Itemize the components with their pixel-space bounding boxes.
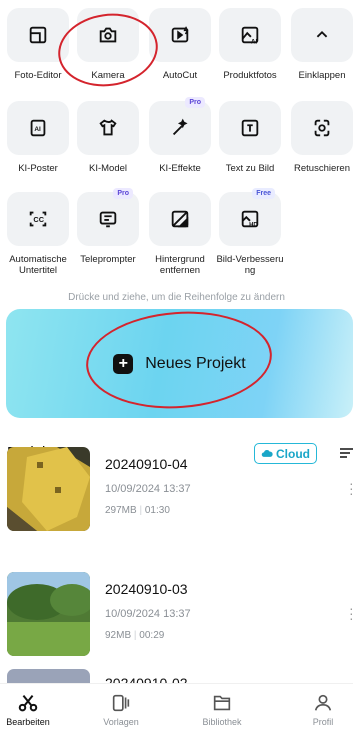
tool-tile[interactable] bbox=[219, 101, 281, 155]
svg-text:AI: AI bbox=[34, 126, 41, 133]
tab-label: Vorlagen bbox=[103, 717, 139, 727]
project-meta: 92MB | 00:29 bbox=[105, 630, 165, 641]
tool-tile[interactable] bbox=[291, 101, 353, 155]
magic-wand-icon bbox=[172, 118, 188, 136]
tool-tile[interactable]: AI bbox=[219, 8, 281, 62]
tool-label: Retuschieren bbox=[294, 163, 350, 174]
new-project-button[interactable]: + Neues Projekt bbox=[6, 309, 353, 418]
tab-label: Bearbeiten bbox=[6, 717, 50, 727]
tool-autocut[interactable]: AutoCut bbox=[149, 8, 211, 81]
tool-label: Automatische Untertitel bbox=[9, 254, 67, 276]
tool-tile[interactable]: Pro bbox=[149, 97, 211, 155]
tool-tile[interactable] bbox=[77, 101, 139, 155]
project-thumbnail[interactable] bbox=[7, 447, 90, 531]
reorder-hint: Drücke und ziehe, um die Reihenfolge zu … bbox=[68, 292, 285, 303]
svg-text:HD: HD bbox=[249, 222, 258, 228]
pro-badge: Pro bbox=[113, 188, 133, 199]
tab-bearbeiten[interactable]: Bearbeiten bbox=[0, 684, 63, 727]
remove-background-icon bbox=[171, 210, 189, 228]
scissors-icon bbox=[18, 695, 38, 712]
project-thumbnail[interactable] bbox=[7, 572, 90, 656]
tab-label: Bibliothek bbox=[202, 717, 242, 727]
project-meta: 297MB | 01:30 bbox=[105, 505, 170, 516]
chevron-up-icon bbox=[316, 30, 328, 38]
tool-label: Foto-Editor bbox=[14, 70, 62, 81]
tool-label: Produktfotos bbox=[223, 70, 277, 81]
project-duration: 01:30 bbox=[144, 505, 170, 516]
templates-icon bbox=[112, 694, 130, 712]
captions-icon: CC bbox=[29, 211, 47, 227]
tool-einklappen[interactable]: Einklappen bbox=[291, 8, 353, 81]
project-date: 10/09/2024 13:37 bbox=[105, 483, 191, 495]
hd-enhance-icon: HD bbox=[241, 210, 258, 228]
tool-tile[interactable]: CC bbox=[7, 192, 69, 246]
ai-model-shirt-icon bbox=[99, 119, 117, 136]
project-size: 297MB bbox=[105, 505, 137, 516]
retouch-face-icon bbox=[314, 119, 330, 137]
tool-bild-verbesserung[interactable]: HD Free Bild-Verbesseru ng bbox=[216, 188, 284, 276]
pro-badge: Pro bbox=[185, 97, 205, 108]
tool-foto-editor[interactable]: Foto-Editor bbox=[7, 8, 69, 81]
bottom-tab-bar: Bearbeiten Vorlagen Bibliothek Profil bbox=[0, 683, 353, 734]
tool-ki-effekte[interactable]: Pro KI-Effekte bbox=[149, 97, 211, 174]
project-row[interactable]: 20240910-04 10/09/2024 13:37 297MB | 01:… bbox=[7, 447, 353, 531]
project-row[interactable]: 20240910-03 10/09/2024 13:37 92MB | 00:2… bbox=[7, 572, 353, 656]
tool-label: Teleprompter bbox=[80, 254, 136, 265]
project-name: 20240910-03 bbox=[105, 581, 188, 597]
camera-icon bbox=[99, 27, 117, 43]
tool-tile[interactable]: HD Free bbox=[219, 188, 281, 246]
tool-label: Kamera bbox=[91, 70, 125, 81]
plus-icon: + bbox=[113, 353, 134, 374]
tool-kamera[interactable]: Kamera bbox=[77, 8, 139, 81]
more-options-icon[interactable]: ··· bbox=[349, 601, 353, 625]
tool-ki-model[interactable]: KI-Model bbox=[77, 101, 139, 174]
text-to-image-icon bbox=[241, 119, 259, 137]
autocut-icon bbox=[171, 26, 189, 43]
tool-label: KI-Model bbox=[88, 163, 127, 174]
tool-tile[interactable]: AI bbox=[7, 101, 69, 155]
tool-hintergrund-entfernen[interactable]: Hintergrund entfernen bbox=[149, 192, 211, 276]
tab-bibliothek[interactable]: Bibliothek bbox=[187, 684, 257, 727]
project-name: 20240910-04 bbox=[105, 456, 188, 472]
folder-icon bbox=[213, 695, 231, 711]
tool-label: Text zu Bild bbox=[225, 163, 275, 174]
tool-ki-poster[interactable]: AI KI-Poster bbox=[7, 101, 69, 174]
photo-editor-icon bbox=[29, 26, 47, 44]
tool-label: Einklappen bbox=[298, 70, 346, 81]
svg-text:AI: AI bbox=[251, 38, 258, 45]
tool-label: Bild-Verbesseru ng bbox=[216, 254, 284, 276]
tab-profil[interactable]: Profil bbox=[288, 684, 353, 727]
teleprompter-icon bbox=[99, 211, 117, 228]
tool-automatische-untertitel[interactable]: CC Automatische Untertitel bbox=[7, 192, 69, 276]
tool-label: Hintergrund entfernen bbox=[155, 254, 205, 276]
svg-text:CC: CC bbox=[33, 215, 44, 224]
tool-label: KI-Poster bbox=[18, 163, 58, 174]
tool-label: AutoCut bbox=[162, 70, 198, 81]
project-size: 92MB bbox=[105, 630, 132, 641]
tool-retuschieren[interactable]: Retuschieren bbox=[291, 101, 353, 174]
tool-text-zu-bild[interactable]: Text zu Bild bbox=[219, 101, 281, 174]
free-badge: Free bbox=[252, 188, 275, 199]
tab-label: Profil bbox=[312, 717, 334, 727]
tool-tile[interactable] bbox=[7, 8, 69, 62]
profile-icon bbox=[314, 694, 332, 711]
project-duration: 00:29 bbox=[139, 630, 165, 641]
tool-tile[interactable] bbox=[291, 8, 353, 62]
more-options-icon[interactable]: ··· bbox=[349, 476, 353, 500]
tool-produktfotos[interactable]: AI Produktfotos bbox=[219, 8, 281, 81]
tool-tile[interactable] bbox=[77, 8, 139, 62]
tool-tile[interactable]: Pro bbox=[77, 188, 139, 246]
project-date: 10/09/2024 13:37 bbox=[105, 608, 191, 620]
tool-tile[interactable] bbox=[149, 192, 211, 246]
tool-teleprompter[interactable]: Pro Teleprompter bbox=[77, 188, 139, 265]
tool-tile[interactable] bbox=[149, 8, 211, 62]
ai-poster-icon: AI bbox=[30, 119, 46, 137]
tool-label: KI-Effekte bbox=[159, 163, 201, 174]
new-project-label: Neues Projekt bbox=[145, 354, 246, 372]
tab-vorlagen[interactable]: Vorlagen bbox=[86, 684, 156, 727]
product-photo-ai-icon: AI bbox=[241, 26, 259, 45]
